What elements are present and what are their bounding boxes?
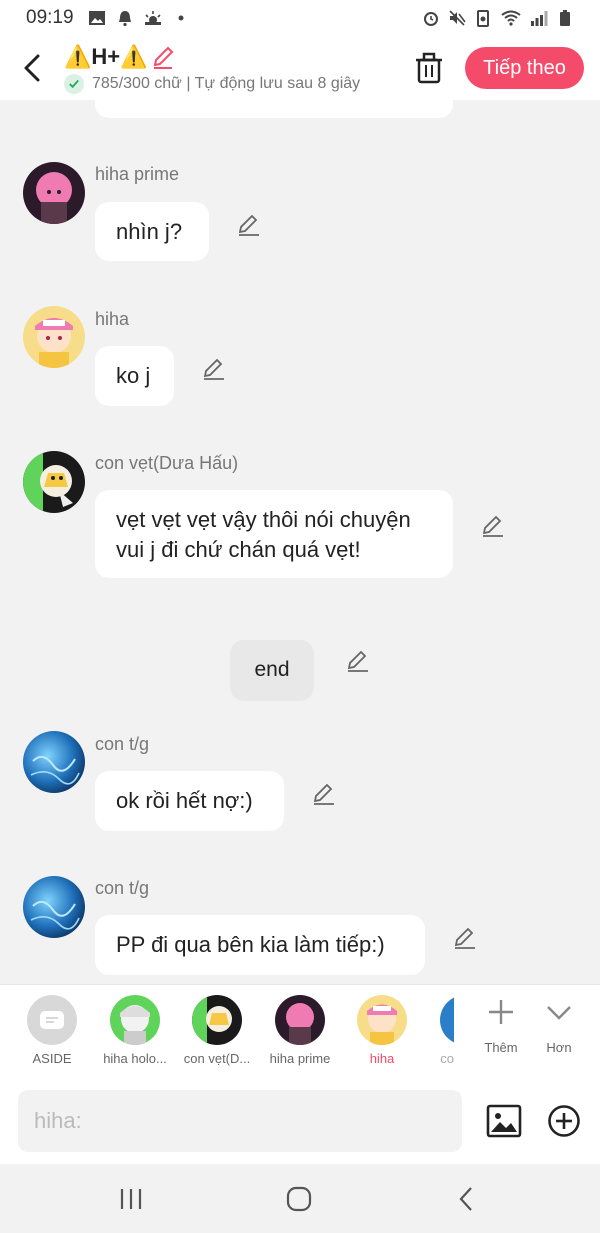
next-button[interactable]: Tiếp theo: [465, 47, 584, 89]
wifi-icon: [501, 10, 521, 26]
signal-icon: [531, 11, 548, 26]
status-time: 09:19: [26, 7, 74, 28]
edit-icon[interactable]: [452, 925, 478, 951]
alarm-icon: [424, 12, 438, 26]
expand-label: Hơn: [546, 1040, 572, 1055]
message-bubble-partial[interactable]: [95, 100, 453, 118]
image-icon[interactable]: [486, 1104, 522, 1138]
chevron-down-icon: [547, 1006, 571, 1020]
composer-bar: [0, 1080, 600, 1164]
message-bubble[interactable]: PP đi qua bên kia làm tiếp:): [95, 915, 425, 975]
message-text: ko j: [116, 363, 151, 388]
character-aside[interactable]: ASIDE: [14, 995, 90, 1066]
character-label: con vẹt(D...: [183, 1051, 251, 1066]
message-text: ok rồi hết nợ:): [116, 788, 253, 813]
add-circle-icon[interactable]: [547, 1104, 581, 1138]
back-arrow-icon[interactable]: [18, 50, 48, 86]
character-label: ASIDE: [32, 1051, 72, 1066]
dot-icon: [178, 15, 184, 21]
aside-avatar: [27, 995, 77, 1045]
avatar: [440, 995, 454, 1045]
home-icon[interactable]: [284, 1184, 314, 1214]
bell-icon: [118, 11, 131, 27]
more-label: Thêm: [484, 1040, 518, 1055]
data-saver-icon: [477, 10, 489, 27]
speaker-name: hiha: [95, 309, 130, 329]
speaker-name: con t/g: [95, 878, 150, 898]
expand-button[interactable]: Hơn: [534, 997, 584, 1055]
message-bubble[interactable]: vẹt vẹt vẹt vậy thôi nói chuyện vui j đi…: [95, 490, 453, 578]
edit-icon[interactable]: [201, 356, 227, 382]
narration-icon: [40, 1011, 64, 1029]
character-con-vet[interactable]: con vẹt(D...: [179, 995, 255, 1066]
character-label: hiha prime: [269, 1051, 331, 1066]
message-text: vẹt vẹt vẹt vậy thôi nói chuyện vui j đi…: [116, 507, 411, 562]
avatar[interactable]: [23, 731, 85, 793]
avatar: [357, 995, 407, 1045]
narration-bubble[interactable]: end: [230, 640, 314, 701]
autosave-status: 785/300 chữ | Tự động lưu sau 8 giây: [64, 74, 394, 94]
weather-icon: [144, 11, 161, 25]
character-hiha[interactable]: hiha: [344, 995, 420, 1066]
character-partial[interactable]: co: [414, 995, 454, 1066]
edit-icon[interactable]: [236, 212, 262, 238]
avatar[interactable]: [23, 451, 85, 513]
avatar[interactable]: [23, 876, 85, 938]
recent-apps-icon[interactable]: [116, 1184, 146, 1214]
message-bubble[interactable]: ko j: [95, 346, 174, 406]
avatar: [110, 995, 160, 1045]
character-hiha-prime[interactable]: hiha prime: [262, 995, 338, 1066]
message-text: nhìn j?: [116, 219, 183, 244]
character-label: hiha holo...: [103, 1051, 167, 1066]
message-text: PP đi qua bên kia làm tiếp:): [116, 932, 385, 957]
character-label: co: [440, 1051, 454, 1066]
avatar: [192, 995, 242, 1045]
narration-text: end: [254, 658, 290, 681]
pencil-icon[interactable]: [150, 44, 176, 70]
check-icon: [64, 74, 84, 94]
message-bubble[interactable]: ok rồi hết nợ:): [95, 771, 284, 831]
chat-area[interactable]: hiha prime nhìn j? hiha ko j con vẹt(Dưa…: [0, 100, 600, 984]
story-title[interactable]: ⚠️H+⚠️: [64, 44, 176, 70]
editor-header: ⚠️H+⚠️ 785/300 chữ | Tự động lưu sau 8 g…: [0, 36, 600, 100]
more-button[interactable]: Thêm: [476, 997, 526, 1055]
avatar[interactable]: [23, 306, 85, 368]
gallery-icon: [88, 11, 105, 25]
character-label: hiha: [369, 1051, 395, 1066]
character-hiha-holo[interactable]: hiha holo...: [97, 995, 173, 1066]
speaker-name: hiha prime: [95, 164, 180, 184]
system-nav-bar: [0, 1164, 600, 1233]
word-count-text: 785/300 chữ | Tự động lưu sau 8 giây: [92, 75, 361, 92]
edit-icon[interactable]: [311, 781, 337, 807]
edit-icon[interactable]: [345, 648, 371, 674]
status-bar: 09:19: [0, 0, 600, 36]
avatar[interactable]: [23, 162, 85, 224]
avatar: [275, 995, 325, 1045]
title-text: ⚠️H+⚠️: [64, 44, 148, 69]
message-input[interactable]: [18, 1090, 462, 1152]
speaker-name: con vẹt(Dưa Hấu): [95, 453, 239, 473]
message-bubble[interactable]: nhìn j?: [95, 202, 209, 261]
edit-icon[interactable]: [480, 513, 506, 539]
mute-icon: [449, 10, 466, 26]
trash-icon[interactable]: [414, 52, 444, 84]
back-icon[interactable]: [452, 1184, 482, 1214]
battery-icon: [560, 10, 570, 26]
speaker-name: con t/g: [95, 734, 150, 754]
plus-icon: [489, 1000, 513, 1024]
character-bar: ASIDE hiha holo... con vẹt(D... hiha pri…: [0, 984, 600, 1080]
